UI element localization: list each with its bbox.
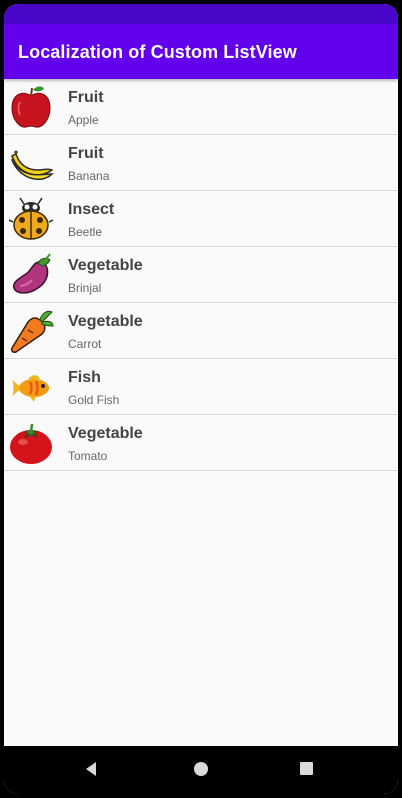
status-bar <box>4 4 398 24</box>
apple-icon <box>11 86 51 128</box>
item-title: Vegetable <box>68 257 143 274</box>
item-subtitle: Banana <box>68 169 110 183</box>
goldfish-icon <box>12 375 49 402</box>
eggplant-icon <box>12 253 51 294</box>
home-icon[interactable] <box>194 762 208 776</box>
list-item[interactable]: Vegetable Tomato <box>4 415 398 471</box>
banana-icon <box>10 150 54 180</box>
list-item[interactable]: Insect Beetle <box>4 191 398 247</box>
navigation-bar <box>4 746 398 794</box>
recents-icon[interactable] <box>300 762 313 775</box>
item-title: Insect <box>68 201 115 218</box>
item-title: Fruit <box>68 145 104 162</box>
list-item[interactable]: Vegetable Brinjal <box>4 247 398 303</box>
item-subtitle: Gold Fish <box>68 393 120 407</box>
item-subtitle: Brinjal <box>68 281 102 295</box>
device-screen: Localization of Custom ListView Fruit Ap… <box>4 4 398 794</box>
list-item[interactable]: Fruit Apple <box>4 79 398 135</box>
beetle-icon <box>8 197 54 240</box>
item-subtitle: Tomato <box>68 449 108 463</box>
back-icon[interactable] <box>84 760 98 778</box>
item-subtitle: Carrot <box>68 337 102 351</box>
list-item[interactable]: Vegetable Carrot <box>4 303 398 359</box>
item-subtitle: Beetle <box>68 225 103 239</box>
carrot-icon <box>11 310 54 353</box>
app-title: Localization of Custom ListView <box>18 42 297 62</box>
item-title: Fruit <box>68 89 104 106</box>
app-bar: Localization of Custom ListView <box>4 24 398 79</box>
tomato-icon <box>10 423 52 464</box>
list-item[interactable]: Fruit Banana <box>4 135 398 191</box>
item-title: Vegetable <box>68 425 143 442</box>
item-list: Fruit Apple Fruit Banana Insect Beetle V… <box>4 79 398 471</box>
item-title: Vegetable <box>68 313 143 330</box>
item-title: Fish <box>68 369 101 386</box>
list-item[interactable]: Fish Gold Fish <box>4 359 398 415</box>
item-subtitle: Apple <box>68 113 99 127</box>
